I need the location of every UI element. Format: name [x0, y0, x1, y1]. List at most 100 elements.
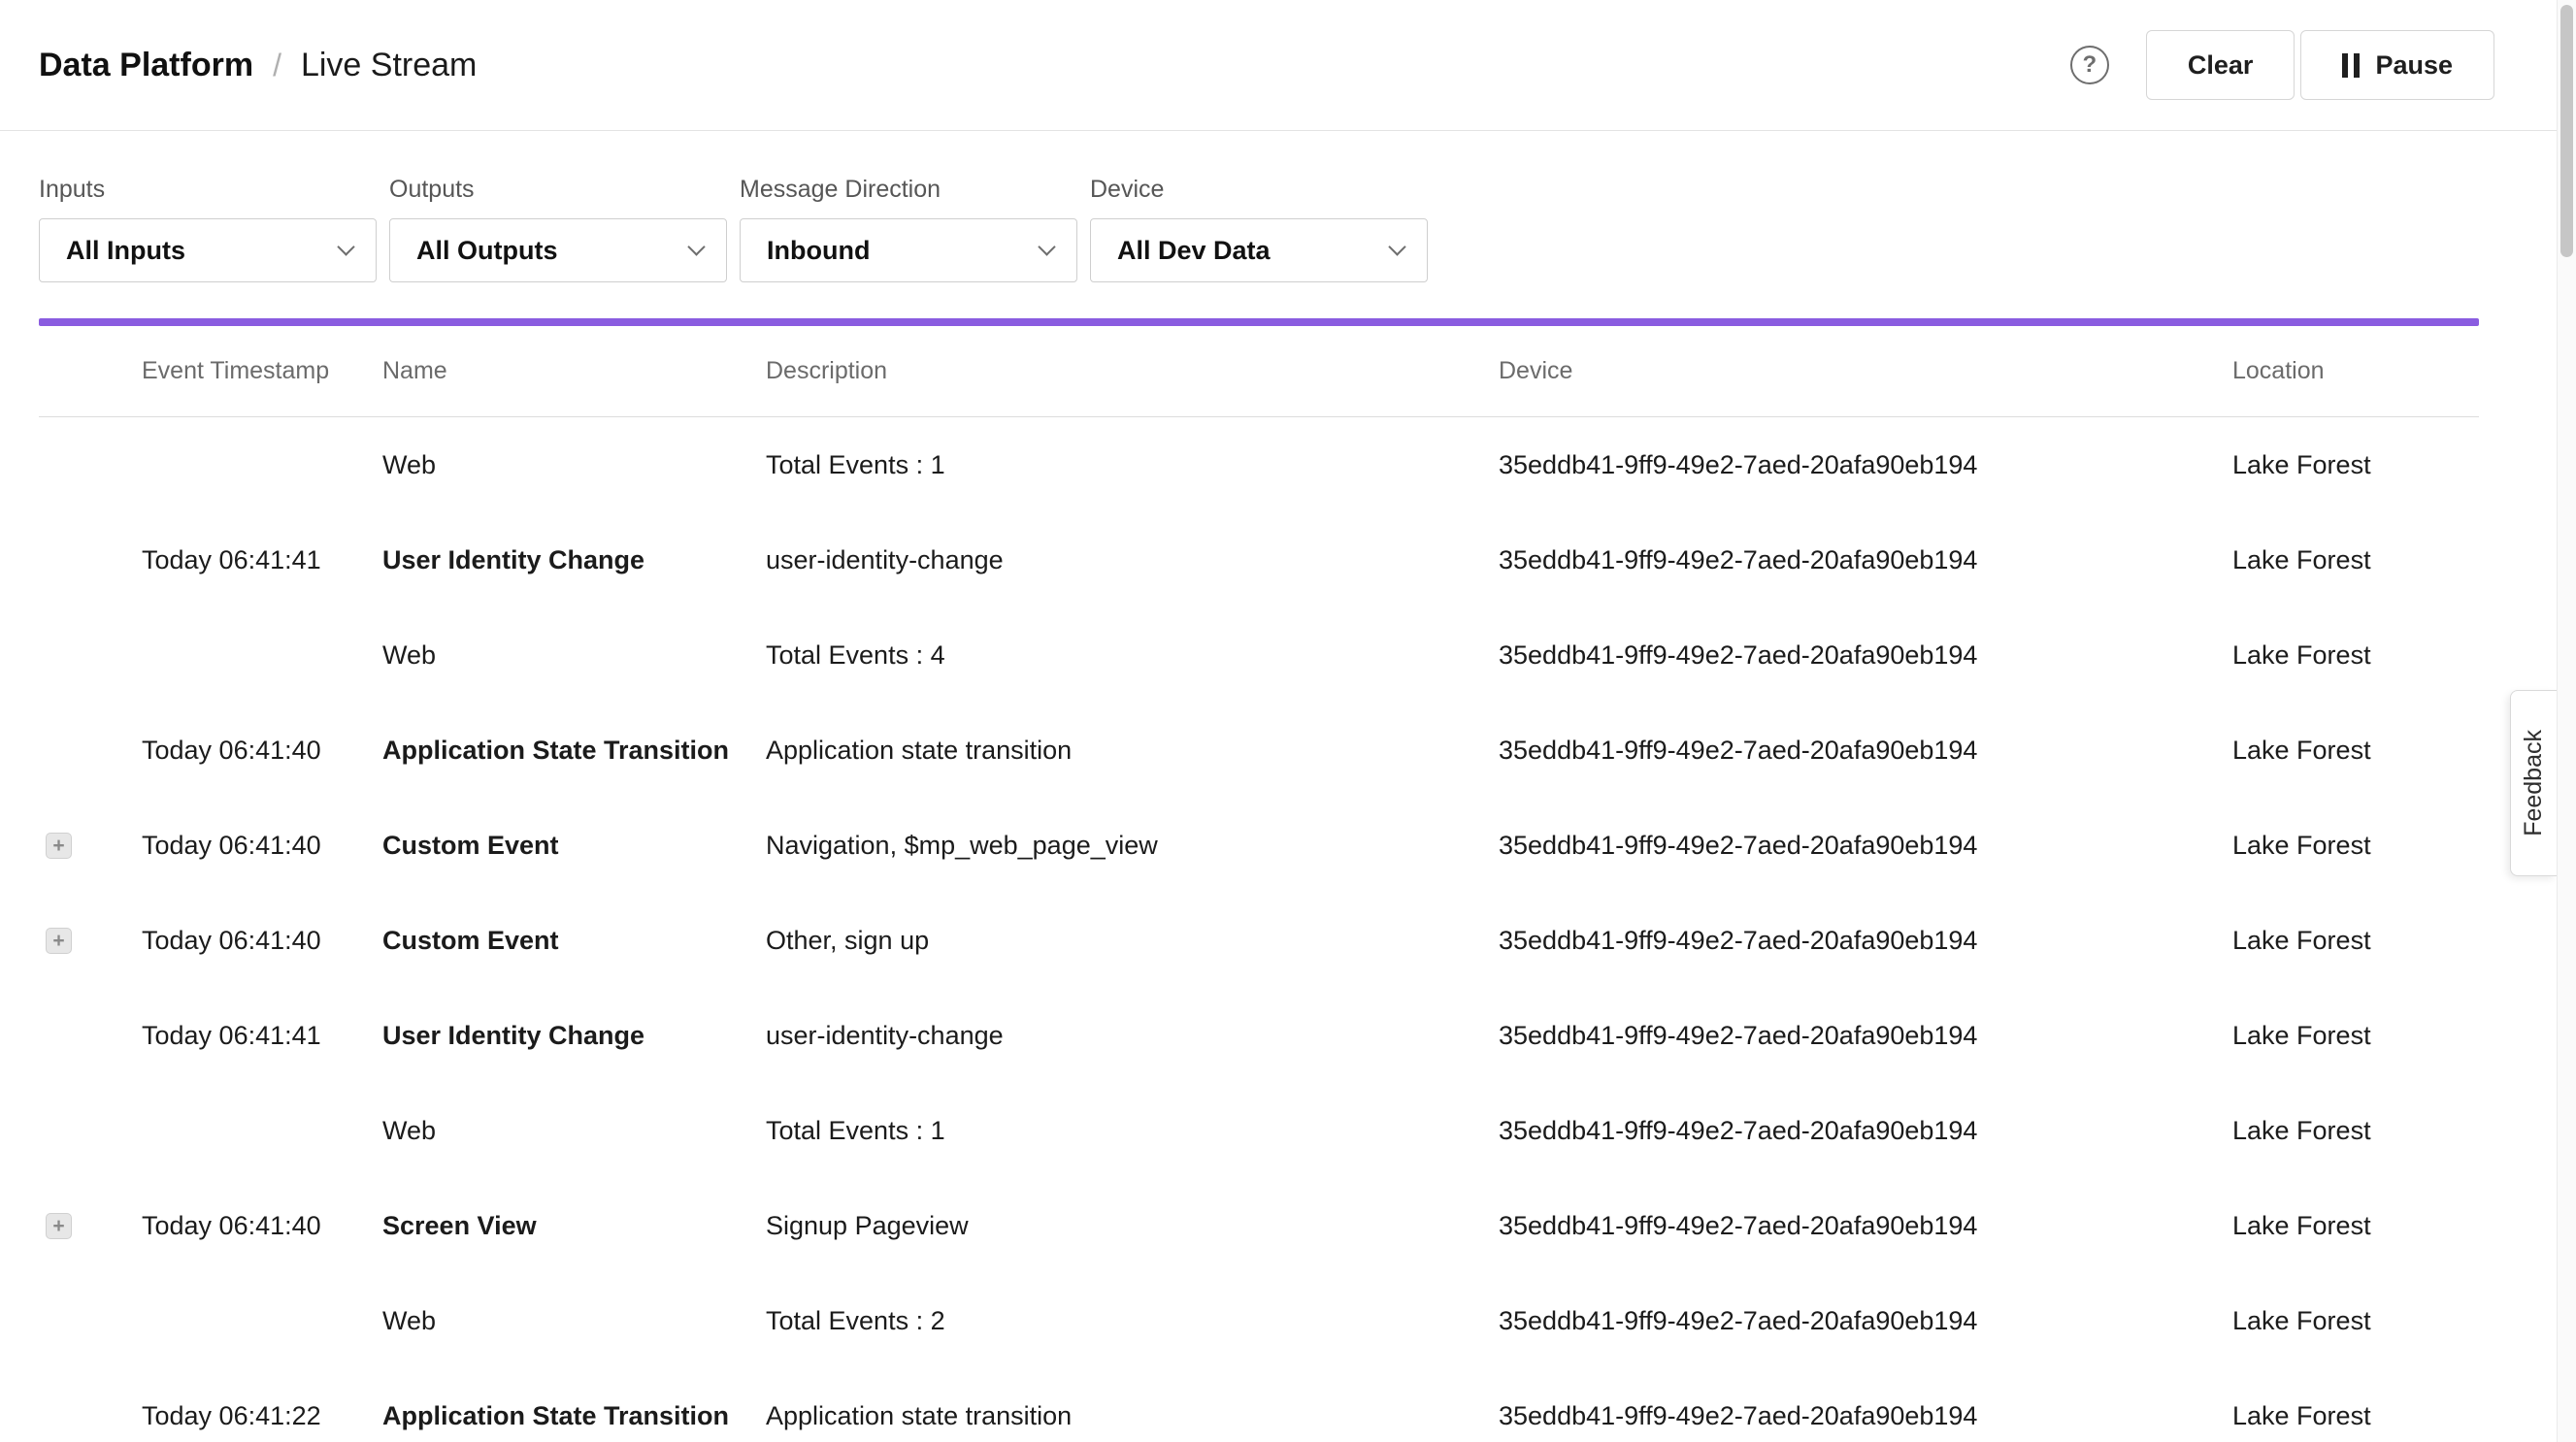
event-name: Custom Event [382, 926, 766, 956]
event-name: Web [382, 640, 766, 671]
expand-cell: + [39, 833, 142, 859]
event-name: Application State Transition [382, 736, 766, 766]
table-row[interactable]: + Today 06:41:40Screen ViewSignup Pagevie… [39, 1178, 2479, 1273]
event-name: Custom Event [382, 831, 766, 861]
event-description: Application state transition [766, 1401, 1499, 1431]
table-row[interactable]: + Today 06:41:40Custom EventNavigation, $… [39, 798, 2479, 893]
event-location: Lake Forest [2232, 736, 2479, 766]
event-description: Total Events : 2 [766, 1306, 1499, 1336]
event-name: User Identity Change [382, 1021, 766, 1051]
event-timestamp: Today 06:41:40 [142, 1211, 382, 1241]
column-location: Location [2232, 357, 2479, 385]
filter-label: Inputs [39, 176, 377, 204]
filter-bar: Inputs All Inputs Outputs All Outputs Me… [0, 131, 2576, 282]
table-row[interactable]: Today 06:41:22Application State Transiti… [39, 1368, 2479, 1442]
filter-device: Device All Dev Data [1090, 176, 1428, 282]
breadcrumb-parent[interactable]: Data Platform [39, 47, 253, 84]
event-name: Web [382, 450, 766, 480]
table-row[interactable]: Today 06:41:40Application State Transiti… [39, 703, 2479, 798]
event-table-body: WebTotal Events : 135eddb41-9ff9-49e2-7a… [39, 417, 2479, 1442]
expand-row-icon[interactable]: + [46, 833, 72, 859]
event-name: User Identity Change [382, 545, 766, 575]
table-row[interactable]: Today 06:41:41User Identity Changeuser-i… [39, 512, 2479, 607]
event-description: Other, sign up [766, 926, 1499, 956]
event-description: Navigation, $mp_web_page_view [766, 831, 1499, 861]
event-device-id: 35eddb41-9ff9-49e2-7aed-20afa90eb194 [1499, 1401, 2232, 1431]
event-location: Lake Forest [2232, 1211, 2479, 1241]
event-timestamp: Today 06:41:22 [142, 1401, 382, 1431]
event-description: Total Events : 1 [766, 450, 1499, 480]
inputs-dropdown[interactable]: All Inputs [39, 218, 377, 282]
event-device-id: 35eddb41-9ff9-49e2-7aed-20afa90eb194 [1499, 1021, 2232, 1051]
event-device-id: 35eddb41-9ff9-49e2-7aed-20afa90eb194 [1499, 640, 2232, 671]
column-event-timestamp: Event Timestamp [142, 357, 382, 385]
event-table: Event Timestamp Name Description Device … [39, 326, 2479, 1442]
accent-bar [39, 318, 2479, 326]
event-timestamp: Today 06:41:40 [142, 831, 382, 861]
event-name: Application State Transition [382, 1401, 766, 1431]
event-location: Lake Forest [2232, 1306, 2479, 1336]
table-row[interactable]: WebTotal Events : 135eddb41-9ff9-49e2-7a… [39, 1083, 2479, 1178]
event-location: Lake Forest [2232, 926, 2479, 956]
outputs-dropdown[interactable]: All Outputs [389, 218, 727, 282]
event-timestamp: Today 06:41:41 [142, 1021, 382, 1051]
breadcrumb-separator: / [273, 48, 281, 83]
table-header: Event Timestamp Name Description Device … [39, 326, 2479, 417]
table-row[interactable]: WebTotal Events : 435eddb41-9ff9-49e2-7a… [39, 607, 2479, 703]
expand-row-icon[interactable]: + [46, 1213, 72, 1239]
top-bar-actions: ? Clear Pause [2070, 30, 2494, 100]
breadcrumb: Data Platform / Live Stream [39, 47, 477, 84]
event-timestamp: Today 06:41:40 [142, 736, 382, 766]
filter-message-direction: Message Direction Inbound [740, 176, 1077, 282]
column-description: Description [766, 357, 1499, 385]
table-row[interactable]: WebTotal Events : 135eddb41-9ff9-49e2-7a… [39, 417, 2479, 512]
event-location: Lake Forest [2232, 1116, 2479, 1146]
message-direction-dropdown[interactable]: Inbound [740, 218, 1077, 282]
message-direction-dropdown-value: Inbound [767, 236, 870, 266]
filter-label: Device [1090, 176, 1428, 204]
event-name: Screen View [382, 1211, 766, 1241]
table-row[interactable]: + Today 06:41:40Custom EventOther, sign u… [39, 893, 2479, 988]
chevron-down-icon [1388, 238, 1405, 255]
chevron-down-icon [337, 238, 354, 255]
feedback-tab[interactable]: Feedback [2510, 690, 2557, 876]
pause-button-label: Pause [2375, 50, 2453, 81]
event-description: Application state transition [766, 736, 1499, 766]
pause-button[interactable]: Pause [2300, 30, 2494, 100]
event-location: Lake Forest [2232, 1401, 2479, 1431]
table-row[interactable]: Today 06:41:41User Identity Changeuser-i… [39, 988, 2479, 1083]
filter-inputs: Inputs All Inputs [39, 176, 377, 282]
expand-cell: + [39, 1213, 142, 1239]
column-device: Device [1499, 357, 2232, 385]
device-dropdown[interactable]: All Dev Data [1090, 218, 1428, 282]
event-name: Web [382, 1306, 766, 1336]
vertical-scrollbar[interactable] [2557, 0, 2576, 1442]
scrollbar-thumb[interactable] [2560, 5, 2573, 257]
button-group: Clear Pause [2146, 30, 2494, 100]
inputs-dropdown-value: All Inputs [66, 236, 185, 266]
clear-button[interactable]: Clear [2146, 30, 2295, 100]
table-row[interactable]: WebTotal Events : 235eddb41-9ff9-49e2-7a… [39, 1273, 2479, 1368]
event-device-id: 35eddb41-9ff9-49e2-7aed-20afa90eb194 [1499, 1211, 2232, 1241]
event-location: Lake Forest [2232, 640, 2479, 671]
help-icon[interactable]: ? [2070, 46, 2109, 84]
clear-button-label: Clear [2188, 50, 2254, 81]
event-device-id: 35eddb41-9ff9-49e2-7aed-20afa90eb194 [1499, 545, 2232, 575]
event-location: Lake Forest [2232, 450, 2479, 480]
event-timestamp: Today 06:41:40 [142, 926, 382, 956]
filter-label: Outputs [389, 176, 727, 204]
event-device-id: 35eddb41-9ff9-49e2-7aed-20afa90eb194 [1499, 926, 2232, 956]
filter-outputs: Outputs All Outputs [389, 176, 727, 282]
event-description: Signup Pageview [766, 1211, 1499, 1241]
expand-row-icon[interactable]: + [46, 928, 72, 954]
event-device-id: 35eddb41-9ff9-49e2-7aed-20afa90eb194 [1499, 831, 2232, 861]
chevron-down-icon [1038, 238, 1055, 255]
event-description: user-identity-change [766, 545, 1499, 575]
outputs-dropdown-value: All Outputs [416, 236, 557, 266]
event-description: user-identity-change [766, 1021, 1499, 1051]
event-description: Total Events : 4 [766, 640, 1499, 671]
event-device-id: 35eddb41-9ff9-49e2-7aed-20afa90eb194 [1499, 1306, 2232, 1336]
event-device-id: 35eddb41-9ff9-49e2-7aed-20afa90eb194 [1499, 450, 2232, 480]
event-location: Lake Forest [2232, 1021, 2479, 1051]
event-location: Lake Forest [2232, 831, 2479, 861]
